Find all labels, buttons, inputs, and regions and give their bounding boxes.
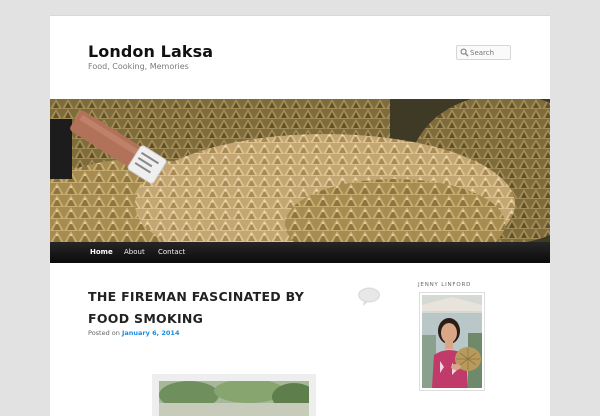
profile-photo-image [422,295,482,388]
post-image-content [159,379,316,416]
post-title[interactable]: THE FIREMAN FASCINATED BY FOOD SMOKING [88,286,348,330]
post-image[interactable] [152,374,316,416]
comment-bubble-icon[interactable] [357,287,381,307]
site-description: Food, Cooking, Memories [88,62,189,71]
nav-item-contact[interactable]: Contact [158,242,185,263]
post-meta: Posted on January 6, 2014 [88,329,179,337]
site-title[interactable]: London Laksa [88,42,213,61]
sidebar-widget-title: Jenny Linford [418,282,472,288]
profile-photo[interactable] [419,292,485,391]
posted-on-label: Posted on [88,329,120,337]
search-input[interactable] [470,47,510,58]
header-banner-image [50,99,550,242]
page-container: London Laksa Food, Cooking, Memories Sea… [50,15,550,416]
nav-item-about[interactable]: About [124,242,145,263]
search-icon [460,48,469,57]
post-date-link[interactable]: January 6, 2014 [122,329,180,337]
nav-item-home[interactable]: Home [90,242,113,263]
main-navigation: Home About Contact [50,242,550,263]
search-box[interactable] [456,45,511,60]
